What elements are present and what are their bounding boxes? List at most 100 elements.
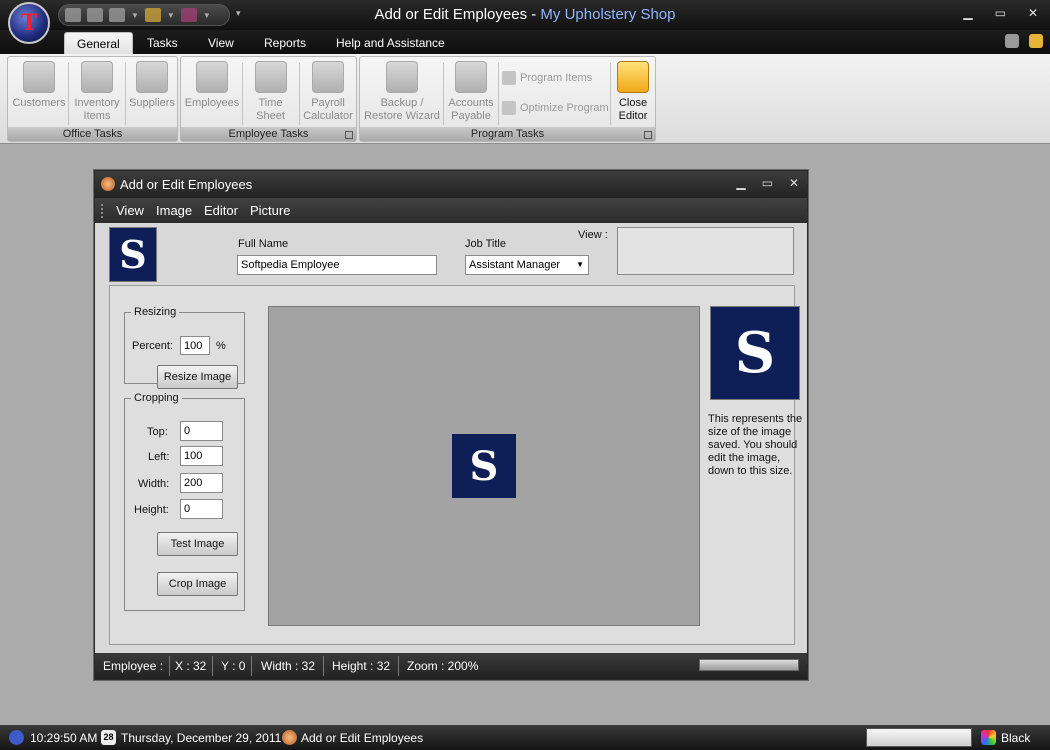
menu-editor[interactable]: Editor	[204, 203, 238, 218]
taskbar-time: 10:29:50 AM	[30, 731, 98, 745]
resize-image-button[interactable]: Resize Image	[157, 365, 238, 389]
saved-size-preview: S	[710, 306, 800, 400]
theme-palette-icon[interactable]	[981, 730, 996, 745]
child-maximize-button[interactable]: ▭	[762, 176, 773, 190]
image-editor-panel: Resizing Percent: 100 % Resize Image Cro…	[109, 285, 802, 645]
accounts-payable-button[interactable]: Accounts Payable	[445, 61, 497, 123]
application-menu-button[interactable]: T	[8, 2, 50, 44]
tab-help-and-assistance[interactable]: Help and Assistance	[324, 32, 457, 54]
inventory-icon	[81, 61, 113, 93]
group-label: Office Tasks	[8, 127, 177, 141]
view-box[interactable]	[617, 227, 794, 275]
full-name-field[interactable]: Softpedia Employee	[237, 255, 437, 275]
status-height: Height : 32	[332, 659, 391, 673]
height-label: Height:	[134, 504, 169, 516]
close-editor-button[interactable]: Close Editor	[612, 61, 654, 123]
folder-icon[interactable]	[1029, 34, 1043, 48]
tab-tasks[interactable]: Tasks	[135, 32, 190, 54]
database-icon	[502, 101, 516, 115]
tab-view[interactable]: View	[196, 32, 246, 54]
width-field[interactable]: 200	[180, 473, 223, 493]
menu-view[interactable]: View	[116, 203, 144, 218]
payroll-calculator-button[interactable]: Payroll Calculator	[300, 61, 356, 123]
percent-field[interactable]: 100	[180, 336, 210, 355]
dialog-launcher-icon[interactable]	[644, 131, 652, 139]
window-title: Add or Edit Employees - My Upholstery Sh…	[374, 6, 676, 23]
taskbar-search-input[interactable]	[866, 728, 972, 747]
calendar-icon: 28	[101, 730, 116, 745]
tab-general[interactable]: General	[64, 32, 133, 54]
child-close-button[interactable]: ✕	[789, 176, 799, 190]
left-label: Left:	[148, 451, 170, 463]
cropping-group: Cropping Top: 0 Left: 100 Width: 200 Hei…	[124, 392, 245, 611]
job-title-select[interactable]: Assistant Manager ▼	[465, 255, 589, 275]
status-y: Y : 0	[221, 659, 246, 673]
height-field[interactable]: 0	[180, 499, 223, 519]
top-label: Top:	[147, 426, 168, 438]
program-items-button[interactable]: Program Items	[502, 71, 592, 85]
user-icon[interactable]	[1005, 34, 1019, 48]
maximize-button[interactable]: ▭	[995, 6, 1006, 20]
status-zoom: Zoom : 200%	[407, 659, 479, 673]
customers-icon	[23, 61, 55, 93]
child-window-title: Add or Edit Employees	[120, 177, 253, 192]
office-tasks-group: Customers Inventory Items Suppliers Offic…	[7, 56, 178, 142]
time-sheet-button[interactable]: Time Sheet	[243, 61, 298, 123]
status-progress-bar	[699, 659, 799, 671]
cropping-legend: Cropping	[134, 392, 179, 404]
crop-image-button[interactable]: Crop Image	[157, 572, 238, 596]
child-minimize-button[interactable]: ▁	[736, 176, 745, 190]
status-employee: Employee :	[103, 659, 164, 673]
employee-icon	[282, 730, 297, 745]
left-field[interactable]: 100	[180, 446, 223, 466]
menu-image[interactable]: Image	[156, 203, 192, 218]
percent-unit: %	[216, 340, 226, 352]
employee-tasks-group: Employees Time Sheet Payroll Calculator E…	[180, 56, 357, 142]
group-label: Program Tasks	[360, 127, 655, 141]
width-label: Width:	[138, 478, 170, 490]
employee-photo-thumbnail[interactable]: S	[109, 227, 157, 282]
menu-picture[interactable]: Picture	[250, 203, 290, 218]
employee-editor-window: Add or Edit Employees ▁ ▭ ✕ View Image E…	[94, 170, 808, 680]
tab-reports[interactable]: Reports	[252, 32, 318, 54]
resizing-legend: Resizing	[134, 306, 177, 318]
wand-icon	[386, 61, 418, 93]
test-image-button[interactable]: Test Image	[157, 532, 238, 556]
minimize-button[interactable]: ▁	[963, 6, 972, 20]
calculator-icon	[312, 61, 344, 93]
resizing-group: Resizing Percent: 100 % Resize Image	[124, 306, 245, 389]
group-label: Employee Tasks	[181, 127, 356, 141]
clock-icon	[9, 730, 24, 745]
money-icon	[455, 61, 487, 93]
folder-icon	[617, 61, 649, 93]
backup-restore-wizard-button[interactable]: Backup / Restore Wizard	[362, 61, 442, 123]
title-bar: ▼ ▼ ▼ ▾ Add or Edit Employees - My Uphol…	[0, 0, 1050, 30]
inventory-items-button[interactable]: Inventory Items	[70, 61, 124, 123]
suppliers-icon	[136, 61, 168, 93]
customers-button[interactable]: Customers	[11, 61, 67, 110]
ribbon: Customers Inventory Items Suppliers Offic…	[0, 54, 1050, 144]
program-tasks-group: Backup / Restore Wizard Accounts Payable P…	[359, 56, 656, 142]
employee-icon	[101, 177, 115, 191]
child-title-bar: Add or Edit Employees ▁ ▭ ✕	[95, 171, 807, 198]
top-field[interactable]: 0	[180, 421, 223, 441]
percent-label: Percent:	[132, 340, 173, 352]
full-name-label: Full Name	[238, 238, 289, 250]
image-canvas[interactable]: S	[268, 306, 700, 626]
child-menu-bar: View Image Editor Picture	[95, 198, 807, 223]
dialog-launcher-icon[interactable]	[345, 131, 353, 139]
saved-size-note: This represents the size of the image sa…	[708, 413, 803, 477]
taskbar: 10:29:50 AM 28 Thursday, December 29, 20…	[0, 725, 1050, 750]
employees-button[interactable]: Employees	[183, 61, 241, 110]
chevron-down-icon: ▼	[576, 260, 584, 269]
view-label: View :	[578, 229, 608, 241]
suppliers-button[interactable]: Suppliers	[127, 61, 177, 110]
child-status-bar: Employee : X : 32 Y : 0 Width : 32 Heigh…	[95, 653, 807, 679]
optimize-program-button[interactable]: Optimize Program	[502, 101, 609, 115]
taskbar-date: Thursday, December 29, 2011	[121, 731, 282, 745]
close-button[interactable]: ✕	[1028, 6, 1038, 20]
ribbon-tabs: General Tasks View Reports Help and Assi…	[0, 30, 1050, 54]
theme-selector[interactable]: Black	[1001, 731, 1030, 745]
taskbar-task-button[interactable]: Add or Edit Employees	[301, 731, 423, 745]
working-image[interactable]: S	[452, 434, 516, 498]
